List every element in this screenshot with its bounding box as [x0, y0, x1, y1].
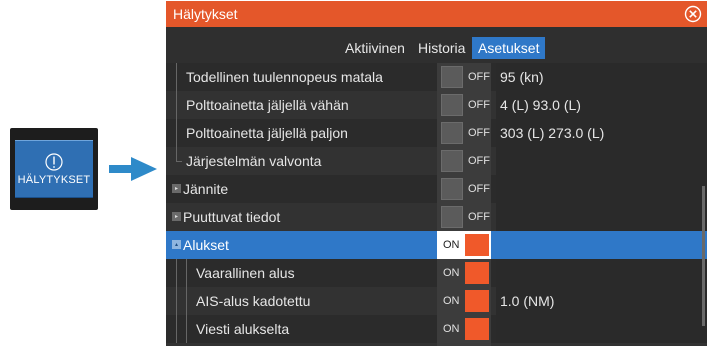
- tree-line: [176, 315, 177, 343]
- toggle-switch: [441, 150, 463, 172]
- alarms-launcher-frame: HÄLYTYKSET: [10, 128, 98, 210]
- tree-connector: [176, 161, 182, 162]
- toggle-state-label: ON: [443, 267, 460, 279]
- expand-icon[interactable]: ▸: [172, 184, 181, 193]
- list-item[interactable]: Todellinen tuulennopeus matala OFF 95 (k…: [166, 63, 707, 92]
- alarm-toggle[interactable]: ON: [437, 287, 491, 315]
- alarm-toggle[interactable]: ON: [437, 231, 491, 259]
- list-item[interactable]: AIS-alus kadotettu ON 1.0 (NM): [166, 287, 707, 316]
- toggle-state-label: OFF: [468, 183, 490, 195]
- alarm-label: Vaarallinen alus: [196, 265, 295, 281]
- tree-line: [176, 91, 177, 119]
- list-item[interactable]: Vaarallinen alus ON: [166, 259, 707, 288]
- arrow-right-icon: [109, 157, 157, 181]
- alarm-label: Alukset: [183, 237, 229, 253]
- alarm-label: Puuttuvat tiedot: [183, 209, 281, 225]
- tree-line: [176, 259, 177, 287]
- alarm-value: [496, 203, 707, 231]
- list-item[interactable]: Polttoainetta jäljellä paljon OFF 303 (L…: [166, 119, 707, 148]
- toggle-switch: [465, 290, 489, 312]
- toggle-state-label: OFF: [468, 71, 490, 83]
- toggle-switch: [465, 318, 489, 340]
- alarm-toggle[interactable]: OFF: [437, 175, 491, 203]
- alarms-dialog: Hälytykset Aktiivinen Historia Asetukset…: [166, 1, 707, 346]
- alarm-value[interactable]: 1.0 (NM): [496, 287, 707, 315]
- alarm-toggle[interactable]: OFF: [437, 63, 491, 91]
- alarm-info-icon: [45, 153, 63, 171]
- alarm-toggle[interactable]: OFF: [437, 91, 491, 119]
- toggle-state-label: OFF: [468, 155, 490, 167]
- toggle-switch: [465, 262, 489, 284]
- toggle-switch: [441, 94, 463, 116]
- list-item[interactable]: Viesti alukselta ON: [166, 315, 707, 344]
- alarm-value: [496, 315, 707, 343]
- dialog-title-bar: Hälytykset: [166, 1, 707, 27]
- alarm-value[interactable]: 95 (kn): [496, 63, 707, 91]
- alarms-launcher-button[interactable]: HÄLYTYKSET: [15, 140, 93, 198]
- alarm-value[interactable]: 303 (L) 273.0 (L): [496, 119, 707, 147]
- scrollbar[interactable]: [702, 186, 705, 326]
- alarm-toggle[interactable]: ON: [437, 315, 491, 343]
- alarm-label: Viesti alukselta: [196, 321, 290, 337]
- alarm-value[interactable]: 4 (L) 93.0 (L): [496, 91, 707, 119]
- alarm-value: [496, 147, 707, 175]
- toggle-switch: [465, 234, 489, 256]
- alarm-value: [496, 259, 707, 287]
- tree-line: [186, 259, 187, 287]
- toggle-state-label: ON: [443, 295, 460, 307]
- tab-history[interactable]: Historia: [412, 37, 471, 59]
- toggle-state-label: ON: [443, 323, 460, 335]
- alarm-label: Polttoainetta jäljellä vähän: [186, 97, 349, 113]
- tree-line: [176, 119, 177, 147]
- list-item[interactable]: ▸ Jännite OFF: [166, 175, 707, 204]
- tree-line: [186, 315, 187, 343]
- list-item-selected[interactable]: ▴ Alukset ON: [166, 231, 707, 260]
- tab-settings[interactable]: Asetukset: [472, 37, 546, 59]
- tree-line: [186, 287, 187, 315]
- alarm-value: [496, 231, 707, 259]
- alarm-toggle[interactable]: OFF: [437, 203, 491, 231]
- dialog-title: Hälytykset: [173, 6, 238, 22]
- close-icon[interactable]: [684, 5, 702, 23]
- list-item[interactable]: ▸ Puuttuvat tiedot OFF: [166, 203, 707, 232]
- tab-bar: Aktiivinen Historia Asetukset: [166, 27, 707, 63]
- toggle-switch: [441, 206, 463, 228]
- alarm-value: [496, 175, 707, 203]
- alarm-toggle[interactable]: OFF: [437, 147, 491, 175]
- tree-line: [176, 63, 177, 91]
- list-item[interactable]: Polttoainetta jäljellä vähän OFF 4 (L) 9…: [166, 91, 707, 120]
- list-item[interactable]: Järjestelmän valvonta OFF: [166, 147, 707, 176]
- collapse-icon[interactable]: ▴: [172, 240, 181, 249]
- alarm-label: Todellinen tuulennopeus matala: [186, 69, 383, 85]
- alarm-label: AIS-alus kadotettu: [196, 293, 311, 309]
- alarm-label: Järjestelmän valvonta: [186, 153, 322, 169]
- toggle-state-label: OFF: [468, 127, 490, 139]
- tree-line: [176, 287, 177, 315]
- toggle-state-label: ON: [443, 239, 460, 251]
- alarm-label: Polttoainetta jäljellä paljon: [186, 125, 348, 141]
- toggle-state-label: OFF: [468, 211, 490, 223]
- toggle-switch: [441, 66, 463, 88]
- alarms-launcher-label: HÄLYTYKSET: [17, 174, 91, 186]
- toggle-state-label: OFF: [468, 99, 490, 111]
- tree-line: [176, 147, 177, 161]
- alarm-label: Jännite: [183, 181, 229, 197]
- toggle-switch: [441, 122, 463, 144]
- alarm-toggle[interactable]: OFF: [437, 119, 491, 147]
- toggle-switch: [441, 178, 463, 200]
- alarm-toggle[interactable]: ON: [437, 259, 491, 287]
- expand-icon[interactable]: ▸: [172, 212, 181, 221]
- tab-active[interactable]: Aktiivinen: [339, 37, 411, 59]
